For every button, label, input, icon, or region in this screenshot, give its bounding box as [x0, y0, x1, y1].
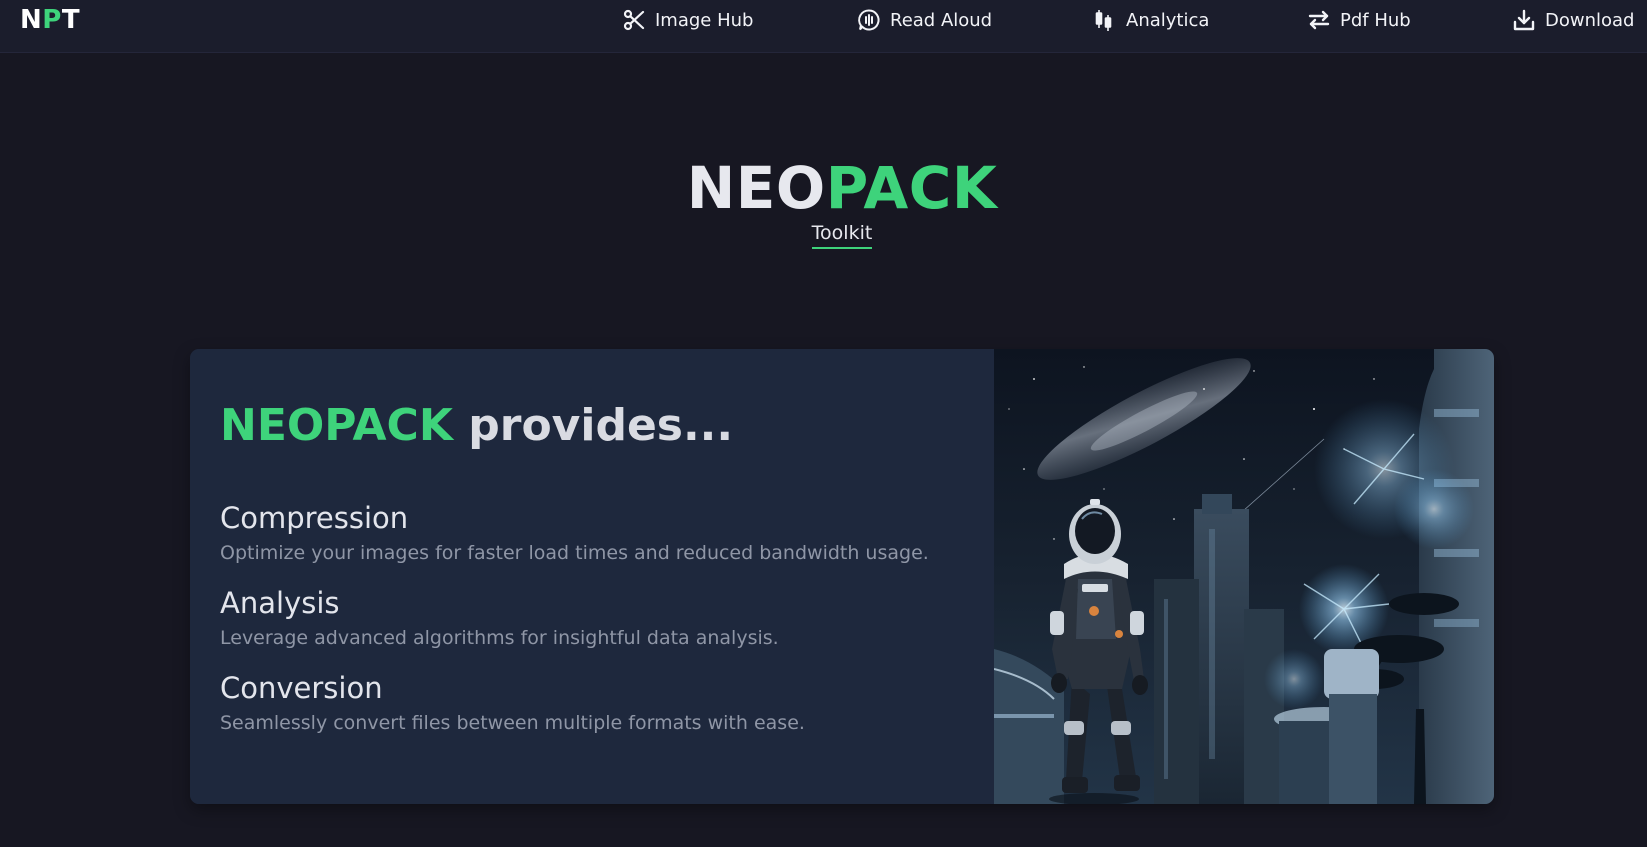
logo-letter-n: N — [20, 5, 43, 35]
audio-wave-icon — [857, 8, 881, 32]
nav-pdf-hub[interactable]: Pdf Hub — [1307, 8, 1411, 32]
feature-title: Conversion — [220, 671, 383, 705]
download-icon — [1512, 8, 1536, 32]
nav-analytica[interactable]: Analytica — [1093, 8, 1209, 32]
logo-letter-t: T — [61, 5, 81, 35]
logo-letter-p: P — [42, 5, 62, 35]
top-navbar: NPT Image Hub Read Aloud Analytica Pdf H… — [0, 0, 1647, 53]
card-heading-brand: NEOPACK — [220, 400, 453, 451]
nav-read-aloud-label: Read Aloud — [890, 9, 993, 31]
scissors-icon — [622, 8, 646, 32]
card-heading: NEOPACK provides... — [220, 399, 733, 453]
nav-pdf-hub-label: Pdf Hub — [1340, 9, 1411, 31]
hero-title-pack: PACK — [825, 154, 998, 222]
feature-analysis: Analysis Leverage advanced algorithms fo… — [220, 586, 779, 650]
nav-read-aloud[interactable]: Read Aloud — [857, 8, 992, 32]
swap-arrows-icon — [1307, 8, 1331, 32]
nav-download-label: Download — [1545, 9, 1635, 31]
candlestick-chart-icon — [1093, 8, 1117, 32]
nav-analytica-label: Analytica — [1126, 9, 1210, 31]
nav-image-hub[interactable]: Image Hub — [622, 8, 753, 32]
feature-description: Optimize your images for faster load tim… — [220, 542, 929, 564]
nav-download[interactable]: Download — [1512, 8, 1634, 32]
astronaut-illustration — [994, 349, 1494, 804]
card-heading-rest: provides... — [452, 400, 734, 451]
feature-title: Compression — [220, 501, 409, 535]
hero-subtitle-wrap: Toolkit — [0, 221, 1647, 249]
feature-conversion: Conversion Seamlessly convert files betw… — [220, 671, 805, 735]
feature-compression: Compression Optimize your images for fas… — [220, 501, 929, 565]
feature-description: Leverage advanced algorithms for insight… — [220, 627, 779, 649]
hero-title-neo: NEO — [686, 154, 826, 222]
feature-title: Analysis — [220, 586, 340, 620]
hero-title: NEOPACK — [0, 152, 1647, 224]
npt-logo[interactable]: NPT — [20, 5, 80, 35]
features-panel: NEOPACK provides... Compression Optimize… — [190, 349, 994, 804]
hero-subtitle: Toolkit — [811, 221, 873, 249]
feature-description: Seamlessly convert files between multipl… — [220, 712, 805, 734]
nav-image-hub-label: Image Hub — [655, 9, 754, 31]
features-card: NEOPACK provides... Compression Optimize… — [190, 349, 1494, 804]
